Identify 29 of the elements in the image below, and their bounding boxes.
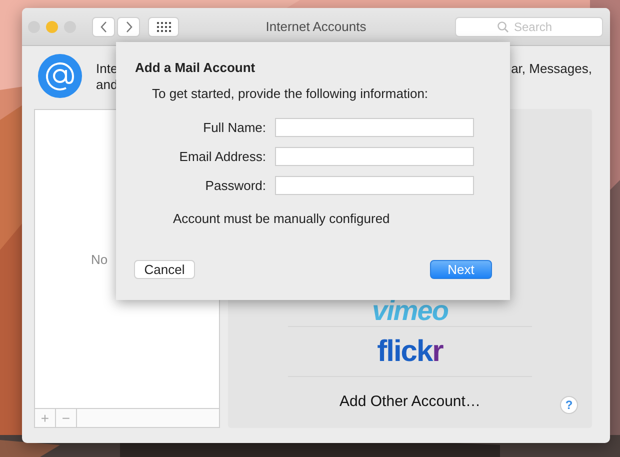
cancel-button[interactable]: Cancel: [134, 260, 195, 279]
empty-list-text: No: [91, 252, 108, 267]
description-text: ar, Messages,: [511, 60, 592, 77]
input-field[interactable]: [275, 118, 474, 137]
help-button[interactable]: ?: [560, 396, 578, 414]
chevron-left-icon: [100, 20, 108, 32]
field-label: Email Address:: [178, 149, 266, 164]
forward-button[interactable]: [117, 16, 140, 36]
back-button[interactable]: [92, 16, 115, 36]
status-text: Account must be manually configured: [173, 211, 390, 226]
provider-logo[interactable]: vimeo: [372, 298, 448, 324]
field-label: Password:: [204, 178, 266, 193]
at-sign-icon: [38, 54, 82, 98]
window-control-dot[interactable]: [46, 20, 58, 32]
dialog-title: Add a Mail Account: [135, 60, 256, 75]
show-all-button[interactable]: [148, 16, 179, 36]
next-button[interactable]: Next: [430, 260, 492, 279]
dialog-intro-text: To get started, provide the following information:: [152, 86, 428, 101]
window-title: Internet Accounts: [266, 19, 366, 34]
provider-logo[interactable]: flickr: [377, 334, 443, 368]
add-other-account-link[interactable]: Add Other Account…: [340, 393, 480, 410]
input-field[interactable]: [275, 147, 474, 166]
grid-icon: [156, 22, 170, 32]
search-field[interactable]: Search: [455, 16, 603, 36]
search-icon: [497, 20, 509, 32]
input-field[interactable]: [275, 176, 474, 195]
chevron-right-icon: [124, 20, 132, 32]
field-label: Full Name:: [202, 120, 266, 135]
description-text: Inte: [96, 61, 118, 77]
